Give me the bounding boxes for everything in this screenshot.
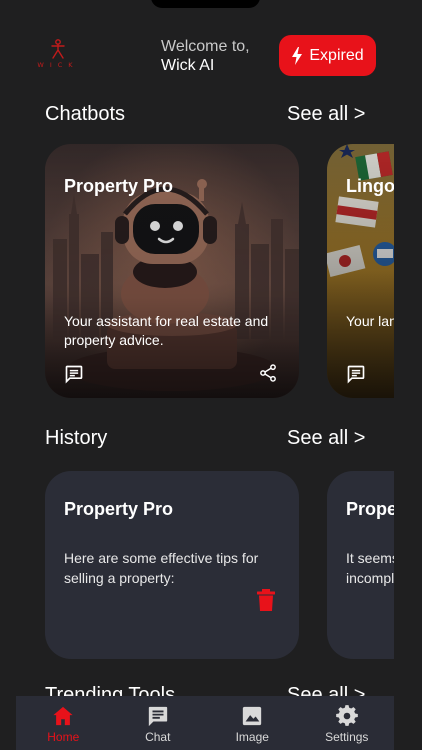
history-see-all-link[interactable]: See all >	[287, 427, 365, 450]
chatbots-carousel[interactable]: Property Pro Your assistant for real est…	[45, 144, 394, 398]
chatbot-description: Your language learning companion.	[346, 313, 394, 329]
nav-label-chat: Chat	[145, 730, 171, 744]
chatbots-see-all-link[interactable]: See all >	[287, 103, 365, 126]
welcome-message: Welcome to, Wick AI	[161, 37, 250, 75]
nav-item-settings[interactable]: Settings	[300, 696, 395, 750]
logo-text: WICK	[37, 61, 79, 69]
device-notch	[151, 0, 260, 8]
message-icon[interactable]	[64, 364, 84, 384]
expired-button[interactable]: Expired	[279, 35, 376, 76]
chatbot-name: Lingo	[346, 176, 394, 196]
chatbot-name: Property Pro	[64, 176, 174, 196]
chat-icon	[148, 706, 167, 727]
welcome-line-1: Welcome to,	[161, 38, 250, 55]
nav-label-settings: Settings	[325, 730, 369, 744]
wick-logo: WICK	[30, 38, 86, 72]
welcome-line-2: Wick AI	[161, 57, 215, 74]
nav-item-image[interactable]: Image	[205, 696, 300, 750]
history-card-title: Property Pro	[346, 499, 394, 519]
history-card-preview: Here are some effective tips for selling…	[64, 550, 259, 586]
history-section-title: History	[45, 427, 108, 449]
lightning-icon	[292, 46, 303, 65]
nav-label-home: Home	[47, 730, 80, 744]
nav-item-home[interactable]: Home	[16, 696, 111, 750]
delete-trash-icon[interactable]	[256, 589, 276, 611]
nav-label-image: Image	[235, 730, 269, 744]
chatbot-card-lingo[interactable]: Lingo Your language learning companion.	[327, 144, 394, 398]
bottom-navigation: Home Chat Image Settings	[16, 696, 394, 750]
chatbots-section-title: Chatbots	[45, 103, 126, 125]
wick-logo-mark-icon	[51, 39, 65, 59]
settings-icon	[335, 705, 358, 726]
chatbot-card-property-pro[interactable]: Property Pro Your assistant for real est…	[45, 144, 299, 398]
message-icon[interactable]	[346, 364, 366, 384]
history-card-title: Property Pro	[64, 499, 174, 519]
expired-label: Expired	[309, 46, 364, 64]
chatbot-description: Your assistant for real estate and prope…	[64, 313, 269, 348]
nav-item-chat[interactable]: Chat	[111, 696, 206, 750]
history-card[interactable]: Property Pro Here are some effective tip…	[45, 471, 299, 659]
image-icon	[243, 706, 262, 726]
history-card[interactable]: Property Pro It seems your question is i…	[327, 471, 394, 659]
history-card-preview: It seems your question is incomplete.	[346, 550, 394, 586]
home-icon	[53, 706, 73, 726]
history-carousel[interactable]: Property Pro Here are some effective tip…	[45, 471, 394, 659]
share-icon[interactable]	[258, 363, 278, 383]
